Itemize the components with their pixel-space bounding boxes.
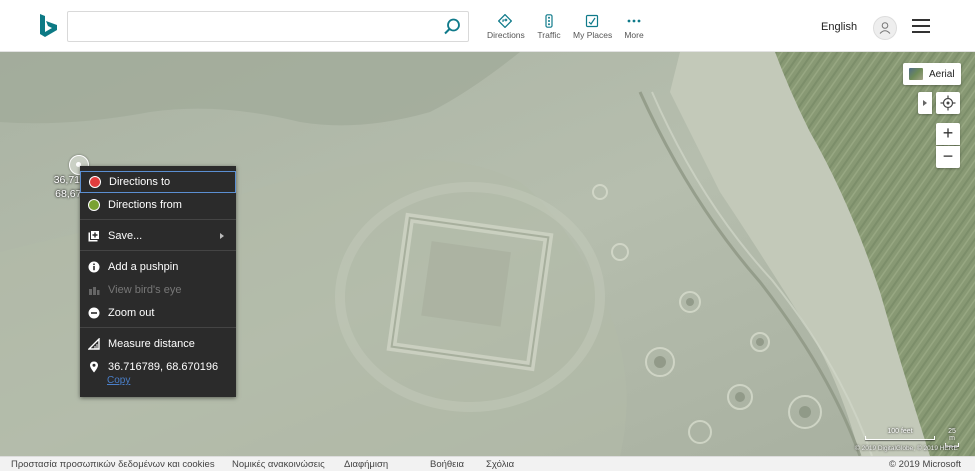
my-places-label: My Places <box>573 30 613 40</box>
submenu-arrow-icon <box>220 233 224 239</box>
view-birds-eye-label: View bird's eye <box>108 284 182 296</box>
zoom-out-label: Zoom out <box>108 307 155 319</box>
hamburger-menu-icon[interactable] <box>912 19 930 35</box>
birds-eye-icon <box>88 284 100 296</box>
imagery-credit: © 2019 DigitalGlobe, © 2019 HERE <box>855 445 958 452</box>
directions-to-label: Directions to <box>109 176 171 188</box>
map-style-button[interactable]: Aerial <box>903 63 961 85</box>
menu-divider <box>80 219 236 220</box>
expand-controls-button[interactable] <box>918 92 932 114</box>
zoom-out-item[interactable]: Zoom out <box>80 302 236 324</box>
save-label: Save... <box>108 230 143 242</box>
search-icon[interactable] <box>442 17 462 37</box>
directions-label: Directions <box>487 30 525 40</box>
footer-advertise-link[interactable]: Διαφήμιση <box>344 459 388 470</box>
more-icon <box>627 19 641 23</box>
directions-icon <box>498 14 512 28</box>
footer-help-link[interactable]: Βοήθεια <box>430 459 464 470</box>
language-selector[interactable]: English <box>821 21 857 33</box>
zoom-out-button[interactable]: − <box>936 146 960 168</box>
map-pin-icon <box>88 361 100 373</box>
footer-privacy-link[interactable]: Προστασία προσωπικών δεδομένων και cooki… <box>11 459 215 470</box>
directions-to-item[interactable]: Directions to <box>80 171 236 193</box>
top-bar: Directions Traffic My Places More Englis… <box>0 0 975 52</box>
footer-legal-link[interactable]: Νομικές ανακοινώσεις <box>232 459 325 470</box>
measure-distance-label: Measure distance <box>108 338 195 350</box>
footer: Προστασία προσωπικών δεδομένων και cooki… <box>0 456 975 471</box>
bing-logo[interactable] <box>38 13 60 39</box>
search-box <box>67 11 469 42</box>
traffic-label: Traffic <box>537 30 561 40</box>
locate-icon <box>940 95 956 111</box>
save-icon <box>88 230 100 242</box>
copy-coordinates-link[interactable]: Copy <box>107 375 130 386</box>
directions-button[interactable]: Directions <box>487 14 525 44</box>
menu-divider <box>80 250 236 251</box>
minus-circle-icon <box>88 307 100 319</box>
red-dot-icon <box>89 176 101 188</box>
user-icon <box>879 22 891 34</box>
coordinates-value: 36.716789, 68.670196 <box>108 361 219 373</box>
ruler-icon <box>87 337 100 350</box>
locate-me-button[interactable] <box>936 92 960 114</box>
footer-copyright: © 2019 Microsoft <box>889 459 961 470</box>
menu-divider <box>80 327 236 328</box>
scale-meters-label: 25 m <box>948 428 956 442</box>
scale-feet-bar <box>865 436 935 440</box>
more-label: More <box>624 30 644 40</box>
directions-from-label: Directions from <box>108 199 182 211</box>
save-item[interactable]: Save... <box>80 225 236 247</box>
avatar[interactable] <box>873 16 897 40</box>
coordinates-item: 36.716789, 68.670196 <box>80 356 236 378</box>
my-places-button[interactable]: My Places <box>573 14 613 44</box>
aerial-thumbnail-icon <box>909 68 923 80</box>
context-menu: Directions to Directions from Save... Ad… <box>80 166 236 397</box>
directions-from-item[interactable]: Directions from <box>80 194 236 216</box>
traffic-icon <box>545 14 553 28</box>
zoom-in-button[interactable]: + <box>936 123 960 145</box>
scale-bar-feet: 100 feet <box>865 428 935 440</box>
info-icon <box>88 261 100 273</box>
search-input[interactable] <box>76 17 436 37</box>
view-birds-eye-item: View bird's eye <box>80 279 236 301</box>
add-pushpin-label: Add a pushpin <box>108 261 179 273</box>
my-places-icon <box>585 14 599 28</box>
measure-distance-item[interactable]: Measure distance <box>80 333 236 355</box>
map-style-label: Aerial <box>929 68 955 80</box>
green-dot-icon <box>88 199 100 211</box>
add-pushpin-item[interactable]: Add a pushpin <box>80 256 236 278</box>
more-button[interactable]: More <box>622 14 646 44</box>
traffic-button[interactable]: Traffic <box>535 14 563 44</box>
scale-feet-label: 100 feet <box>887 428 913 435</box>
footer-feedback-link[interactable]: Σχόλια <box>486 459 514 470</box>
